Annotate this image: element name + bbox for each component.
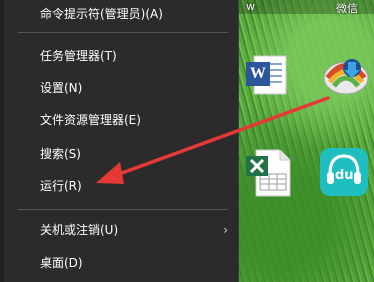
chevron-right-icon: › (223, 223, 228, 237)
word-letter: W (250, 65, 266, 82)
menu-item-label: 搜索(S) (40, 147, 81, 161)
menu-divider (18, 32, 228, 33)
menu-item-label: 设置(N) (40, 81, 83, 95)
menu-item-search[interactable]: 搜索(S) (0, 140, 238, 168)
menu-item-label: 关机或注销(U) (40, 223, 119, 237)
menu-item-shutdown-signout[interactable]: 关机或注销(U) › (0, 216, 238, 244)
menu-item-label: 桌面(D) (40, 256, 83, 270)
desktop-label-w: w (246, 0, 255, 13)
du-text: du (335, 168, 354, 183)
word-icon[interactable]: W (244, 52, 290, 98)
menu-item-label: 文件资源管理器(E) (40, 113, 141, 127)
idm-icon[interactable] (320, 48, 372, 100)
start-context-menu: 命令提示符(管理员)(A) 任务管理器(T) 设置(N) 文件资源管理器(E) … (0, 0, 239, 282)
menu-item-label: 运行(R) (40, 179, 82, 193)
menu-divider (18, 209, 228, 210)
menu-item-label: 命令提示符(管理员)(A) (40, 7, 163, 21)
menu-item-file-explorer[interactable]: 文件资源管理器(E) (0, 106, 238, 134)
menu-item-task-manager[interactable]: 任务管理器(T) (0, 42, 238, 70)
du-icon[interactable]: du (320, 148, 368, 196)
menu-item-run[interactable]: 运行(R) (0, 172, 238, 200)
menu-item-label: 任务管理器(T) (40, 49, 117, 63)
desktop-label-wechat: 微信 (336, 2, 358, 15)
menu-item-settings[interactable]: 设置(N) (0, 74, 238, 102)
excel-icon[interactable] (246, 148, 292, 198)
menu-item-desktop[interactable]: 桌面(D) (0, 249, 238, 277)
menu-item-command-prompt-admin[interactable]: 命令提示符(管理员)(A) (0, 0, 238, 28)
